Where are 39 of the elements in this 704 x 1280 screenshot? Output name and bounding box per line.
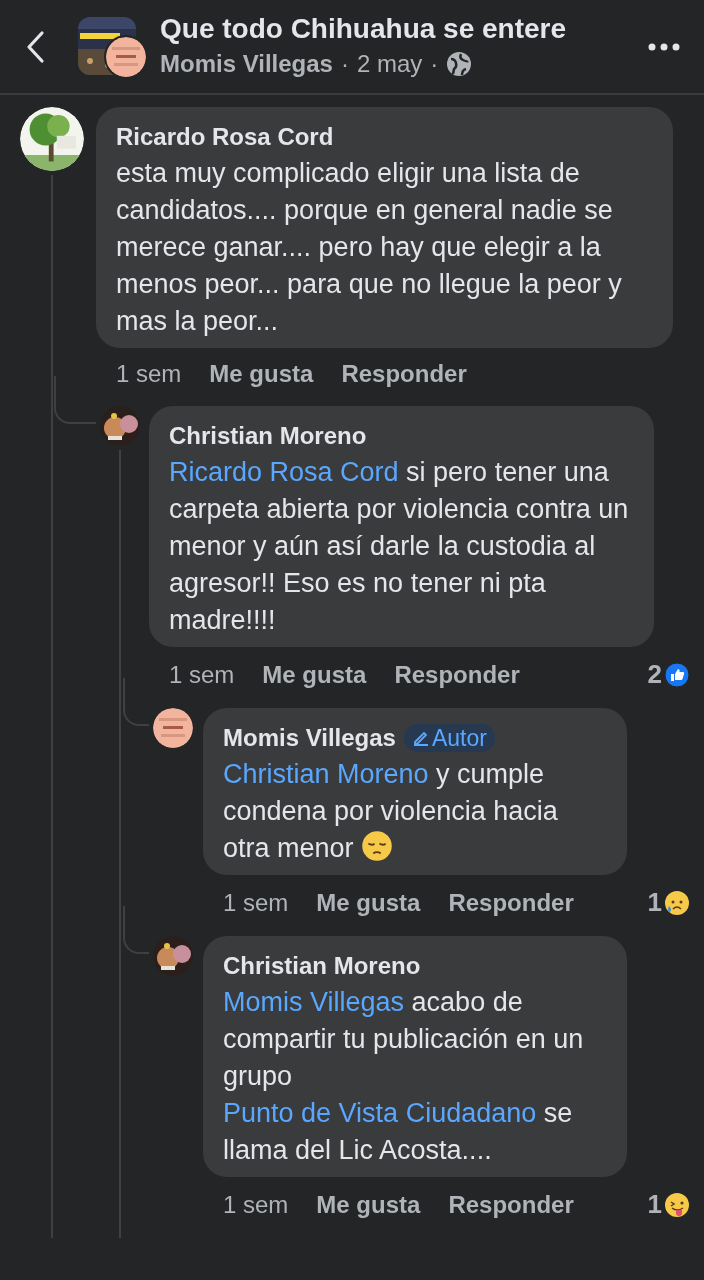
commenter-name[interactable]: Christian Moreno	[169, 418, 367, 454]
like-link[interactable]: Me gusta	[316, 884, 421, 921]
comment-text: Christian Moreno y cumple condena por violencia hacia otra menor	[223, 758, 559, 865]
comment-time: 1 sem	[223, 1189, 289, 1220]
like-link[interactable]: Me gusta	[316, 1186, 421, 1223]
author-badge: Autor	[403, 724, 495, 752]
commenter-name[interactable]: Christian Moreno	[223, 948, 421, 984]
reaction-count: 1	[647, 886, 662, 919]
separator-dot: ·	[340, 48, 349, 79]
reply-link[interactable]: Responder	[341, 356, 467, 392]
mention-link[interactable]: Momis Villegas	[223, 987, 405, 1017]
globe-icon	[446, 50, 473, 77]
comment-text: Ricardo Rosa Cord si pero tener una carpeta abierta por violencia contra un menor y aún así darle la custodia al agresor!! Eso es no tener ni pta madre!!!!	[169, 456, 630, 637]
post-author[interactable]: Momis Villegas	[160, 45, 333, 82]
thread-line	[123, 906, 149, 954]
post-date: 2 may	[356, 48, 423, 79]
comment-time: 1 sem	[223, 887, 289, 918]
pensive-face-icon	[361, 830, 394, 862]
comment-time: 1 sem	[116, 359, 182, 389]
like-link[interactable]: Me gusta	[262, 656, 367, 693]
reaction-count: 1	[647, 1188, 662, 1221]
pencil-icon	[411, 729, 430, 747]
comment-text: esta muy complicado eligir una lista de candidatos.... porque en general nadie se merece ganar.... pero hay que elegir a la menos peor... para que no llegue la peor y mas la peor...	[116, 157, 623, 338]
comment-text: Momis Villegas acabo de compartir tu publicación en un grupo Punto de Vista Ciudadano se llama del Lic Acosta....	[223, 986, 585, 1167]
thread-line	[123, 678, 149, 726]
reply-link[interactable]: Responder	[448, 884, 574, 921]
mention-link[interactable]: Punto de Vista Ciudadano	[223, 1098, 537, 1128]
more-icon[interactable]	[648, 42, 680, 51]
mention-link[interactable]: Ricardo Rosa Cord	[169, 457, 399, 487]
reply-link[interactable]: Responder	[448, 1186, 574, 1223]
reaction-count: 2	[647, 658, 662, 691]
mention-link[interactable]: Christian Moreno	[223, 759, 429, 789]
like-link[interactable]: Me gusta	[209, 356, 314, 392]
reply-link[interactable]: Responder	[394, 656, 520, 693]
separator-dot: ·	[430, 48, 439, 79]
group-title[interactable]: Que todo Chihuahua se entere	[160, 11, 567, 46]
commenter-name[interactable]: Ricardo Rosa Cord	[116, 119, 334, 155]
commenter-name[interactable]: Momis Villegas	[223, 720, 396, 756]
comment-time: 1 sem	[169, 659, 235, 690]
